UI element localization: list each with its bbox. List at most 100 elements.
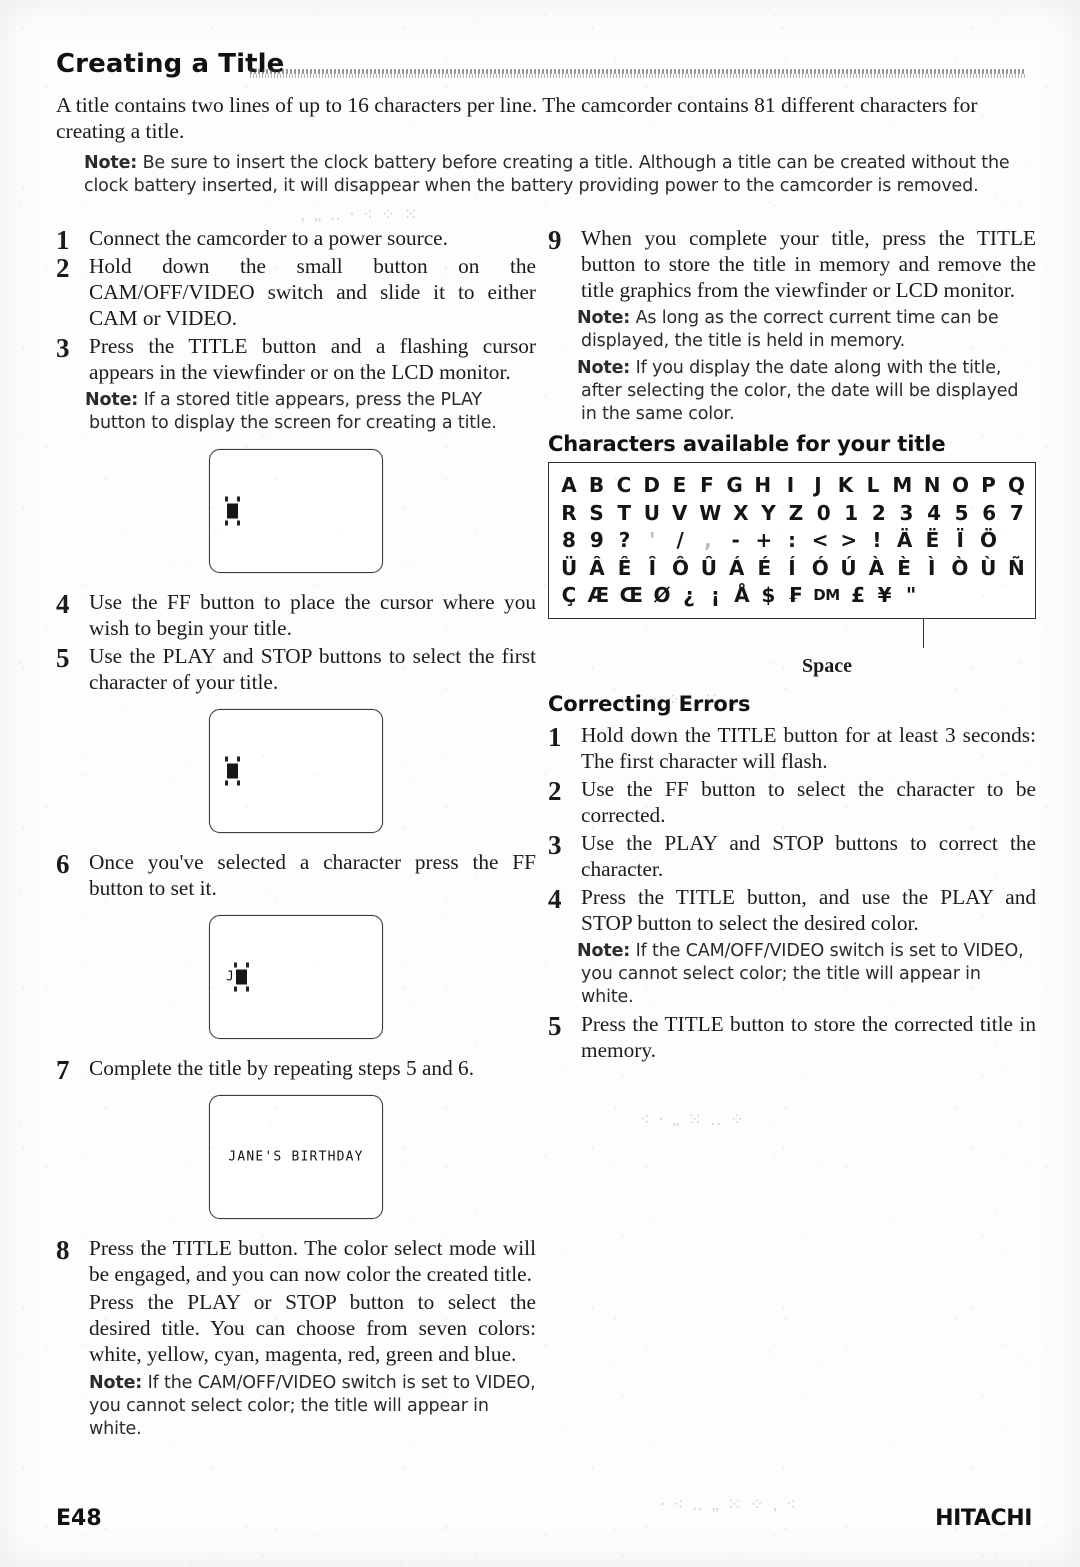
- char-cell: Î: [648, 555, 657, 580]
- char-row-2: RSTUVWXYZ01234567: [561, 500, 1025, 528]
- char-cell: £: [851, 583, 866, 607]
- char-cell-empty: .: [1009, 527, 1025, 555]
- char-cell: Ø: [653, 583, 671, 607]
- step-text: Connect the camcorder to a power source.: [89, 226, 448, 250]
- char-cell-empty: .: [982, 582, 998, 610]
- step-number: 3: [548, 829, 562, 860]
- char-cell: B: [588, 473, 605, 497]
- char-cell: /: [676, 528, 684, 552]
- char-cell: D: [643, 473, 661, 497]
- step-8: 8 Press the TITLE button. The color sele…: [56, 1235, 536, 1287]
- header-rule: [250, 66, 1025, 79]
- step-6: 6 Once you've selected a character press…: [56, 849, 536, 901]
- char-cell: ,: [704, 528, 712, 552]
- step-number: 2: [56, 253, 70, 283]
- page-number: E48: [56, 1506, 102, 1531]
- char-cell: 2: [871, 500, 886, 525]
- char-cell: ¡: [710, 583, 720, 607]
- char-cell: T: [617, 500, 632, 525]
- step-number: 3: [56, 333, 70, 363]
- char-cell: Ù: [980, 555, 997, 580]
- step-9-note-1: Note: As long as the correct current tim…: [577, 307, 1036, 353]
- cursor-icon: [234, 962, 250, 992]
- char-cell: Y: [761, 500, 776, 525]
- char-cell: ¥: [877, 583, 892, 607]
- char-cell: Ò: [951, 555, 969, 580]
- step-3-note: Note: If a stored title appears, press t…: [85, 389, 536, 435]
- char-cell: +: [755, 528, 773, 552]
- brand-logo: HITACHI: [935, 1506, 1032, 1531]
- char-cell: 8: [562, 528, 576, 552]
- screen-cursor-second: [209, 709, 383, 833]
- note-text: If you display the date along with the t…: [581, 358, 1019, 424]
- char-cell: Ô: [672, 555, 690, 580]
- char-cell: A: [561, 473, 577, 497]
- char-cell: ": [905, 583, 917, 607]
- step-number: 1: [548, 721, 562, 752]
- step-number: 1: [56, 225, 70, 255]
- left-column: 1 Connect the camcorder to a power sourc…: [56, 225, 536, 1441]
- screen-prefix: JANE'S BIRTHDAY: [228, 1149, 364, 1165]
- step-text: Hold down the small button on the CAM/OF…: [89, 254, 536, 330]
- step-1: 1 Connect the camcorder to a power sourc…: [56, 225, 536, 255]
- intro-note-text: Be sure to insert the clock battery befo…: [84, 153, 1010, 196]
- char-cell: O: [952, 473, 970, 497]
- char-cell-empty: .: [1009, 582, 1025, 610]
- step-text: Press the TITLE button, and use the PLAY…: [581, 884, 1036, 935]
- char-cell-empty: .: [930, 582, 946, 610]
- char-cell: Ó: [811, 555, 829, 580]
- note-label: Note:: [577, 308, 631, 328]
- intro-note-label: Note:: [84, 153, 138, 173]
- step-number: 5: [56, 643, 70, 673]
- note-text: As long as the correct current time can …: [581, 308, 999, 351]
- step-text: When you complete your title, press the …: [581, 226, 1036, 302]
- note-text: If a stored title appears, press the PLA…: [89, 390, 497, 433]
- char-cell: Æ: [587, 583, 610, 607]
- cursor-icon: [225, 756, 240, 786]
- char-row-1: ABCDEFGHIJKLMNOPQ: [561, 472, 1025, 500]
- step-8-note: Note: If the CAM/OFF/VIDEO switch is set…: [56, 1372, 536, 1441]
- note-label: Note:: [89, 1373, 143, 1393]
- char-cell: >: [840, 528, 858, 552]
- char-cell: F: [700, 473, 714, 497]
- screen-content: [225, 756, 240, 786]
- char-cell: -: [731, 528, 740, 552]
- note-label: Note:: [577, 358, 631, 378]
- right-column: 9 When you complete your title, press th…: [548, 225, 1036, 1065]
- char-cell: U: [643, 500, 661, 525]
- step-number: 9: [548, 225, 562, 255]
- note-label: Note:: [577, 940, 631, 961]
- char-cell: Û: [700, 555, 717, 580]
- character-table: ABCDEFGHIJKLMNOPQ RSTUVWXYZ01234567 8 9? '…: [548, 462, 1036, 648]
- intro-paragraph: A title contains two lines of up to 16 c…: [56, 93, 978, 143]
- char-cell: I: [786, 473, 795, 497]
- char-row-3: 89? ' /,-+: < >! ÄËÏÖ.: [561, 527, 1025, 555]
- scan-ghost-artifact: ⁖ ‧ „ ⁙ ‥ ⁘: [640, 1110, 746, 1129]
- step-number: 7: [56, 1055, 70, 1085]
- char-cell: 6: [982, 500, 997, 525]
- char-cell: 5: [954, 500, 969, 525]
- correcting-step-4-note: Note: If the CAM/OFF/VIDEO switch is set…: [577, 940, 1036, 1009]
- note-text: If the CAM/OFF/VIDEO switch is set to VI…: [89, 1373, 536, 1439]
- char-cell: S: [589, 500, 604, 525]
- char-cell: Â: [589, 555, 605, 580]
- cursor-icon: [225, 496, 240, 526]
- char-cell: C: [616, 473, 632, 497]
- char-cell: É: [757, 555, 772, 580]
- step-text: Use the FF button to place the cursor wh…: [89, 590, 536, 640]
- char-cell: Ö: [980, 528, 998, 552]
- char-cell: Ä: [896, 528, 913, 552]
- correcting-step-5: 5 Press the TITLE button to store the co…: [548, 1011, 1036, 1063]
- char-cell: J: [814, 473, 822, 497]
- step-5: 5 Use the PLAY and STOP buttons to selec…: [56, 643, 536, 695]
- step-2: 2 Hold down the small button on the CAM/…: [56, 253, 536, 331]
- step-8-extra-paragraph: Press the PLAY or STOP button to select …: [89, 1290, 536, 1366]
- char-row-4: ÜÂÊÎÔÛÁÉÍÓÚÀÈÌÒÙÑ: [561, 555, 1025, 583]
- step-9-note-2: Note: If you display the date along with…: [577, 357, 1036, 426]
- char-cell: 3: [899, 500, 914, 525]
- space-pointer-line: [910, 617, 937, 648]
- step-9: 9 When you complete your title, press th…: [548, 225, 1036, 426]
- screen-content: [225, 496, 240, 526]
- char-cell: DM: [813, 586, 840, 604]
- step-number: 2: [548, 775, 562, 806]
